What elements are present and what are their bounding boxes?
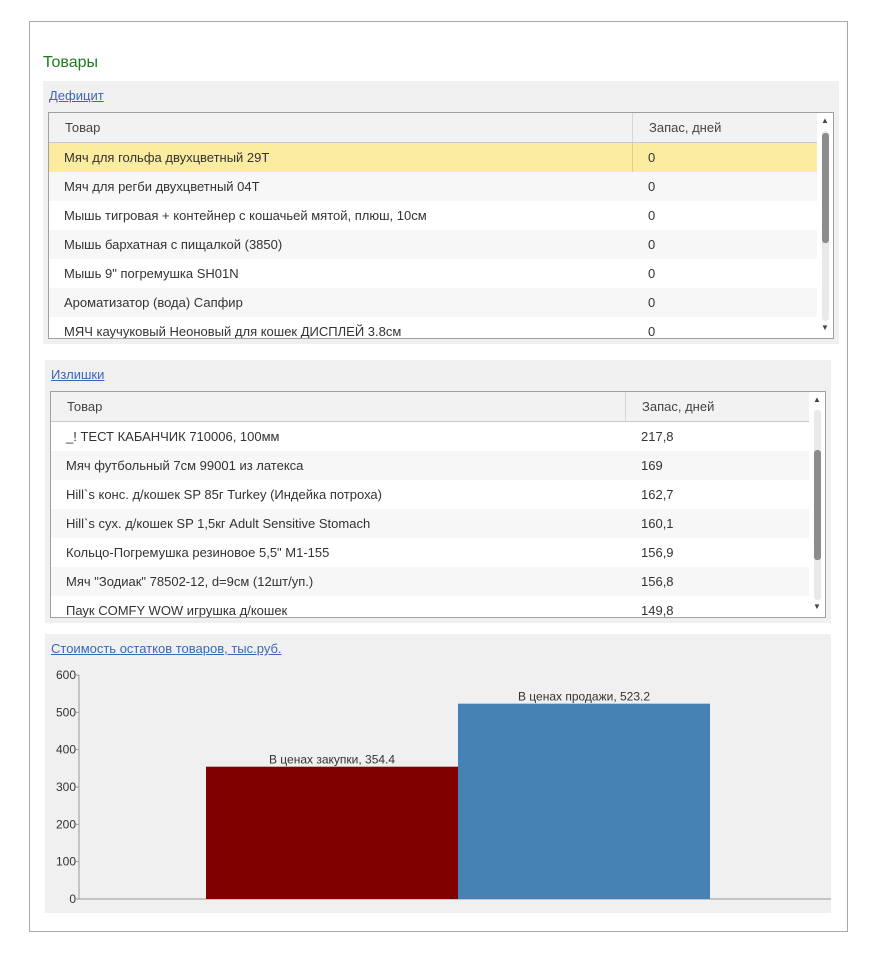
bar-data-label: В ценах продажи, 523.2	[518, 690, 650, 704]
table-row[interactable]: Мяч для регби двухцветный 04Т 0	[49, 172, 817, 201]
product-cell: Hill`s сух. д/кошек SP 1,5кг Adult Sensi…	[66, 516, 371, 531]
product-cell: Ароматизатор (вода) Сапфир	[64, 295, 243, 310]
product-cell: Мяч для регби двухцветный 04Т	[64, 179, 260, 194]
product-cell: Мяч футбольный 7см 99001 из латекса	[66, 458, 304, 473]
surplus-table-header: Товар Запас, дней	[51, 392, 809, 422]
stock-cell: 0	[648, 295, 656, 310]
stock-cell: 0	[648, 208, 656, 223]
y-tick-label: 200	[56, 817, 76, 831]
surplus-table-body: _! ТЕСТ КАБАНЧИК 710006, 100мм 217,8 Мяч …	[51, 422, 809, 618]
table-row[interactable]: Hill`s конс. д/кошек SP 85г Turkey (Инде…	[51, 480, 809, 509]
stock-cell: 156,8	[641, 574, 674, 589]
y-tick-label: 500	[56, 705, 76, 719]
stock-value-chart: 0 100 200 300 400 500 600 В ценах закупки, 354.…	[56, 668, 831, 906]
stock-cell: 217,8	[641, 429, 674, 444]
deficit-panel: Дефицит Товар Запас, дней Мяч для гольфа…	[43, 81, 839, 344]
table-row[interactable]: Мяч футбольный 7см 99001 из латекса 169	[51, 451, 809, 480]
deficit-table: Товар Запас, дней Мяч для гольфа двухцве…	[48, 112, 834, 339]
surplus-scrollbar[interactable]: ▲ ▼	[809, 392, 825, 617]
product-cell: МЯЧ каучуковый Неоновый для кошек ДИСПЛЕ…	[64, 324, 402, 339]
y-tick-label: 400	[56, 743, 76, 757]
y-tick-label: 0	[69, 892, 76, 906]
page-title: Товары	[43, 54, 99, 71]
product-cell: Мышь тигровая + контейнер с кошачьей мят…	[64, 208, 427, 223]
table-row[interactable]: Мышь тигровая + контейнер с кошачьей мят…	[49, 201, 817, 230]
stock-cell: 0	[648, 237, 656, 252]
product-cell: Мяч "Зодиак" 78502-12, d=9см (12шт/уп.)	[66, 574, 314, 589]
column-header-stock-days[interactable]: Запас, дней	[633, 113, 817, 142]
deficit-table-body: Мяч для гольфа двухцветный 29Т 0 Мяч для …	[49, 143, 817, 339]
column-header-product[interactable]: Товар	[51, 392, 626, 421]
product-cell: Мышь 9" погремушка SH01N	[64, 266, 239, 281]
product-cell: Hill`s конс. д/кошек SP 85г Turkey (Инде…	[66, 487, 382, 502]
scroll-up-icon[interactable]: ▲	[817, 114, 833, 128]
product-cell: _! ТЕСТ КАБАНЧИК 710006, 100мм	[66, 429, 280, 444]
surplus-link[interactable]: Излишки	[51, 367, 104, 382]
product-cell: Мяч для гольфа двухцветный 29Т	[49, 143, 633, 172]
y-tick-label: 100	[56, 855, 76, 869]
bar-data-label: В ценах закупки, 354.4	[269, 753, 395, 767]
table-row[interactable]: _! ТЕСТ КАБАНЧИК 710006, 100мм 217,8	[51, 422, 809, 451]
stock-cell: 169	[641, 458, 663, 473]
product-cell: Мышь бархатная с пищалкой (3850)	[64, 237, 283, 252]
y-tick-label: 300	[56, 780, 76, 794]
stock-value-chart-panel: Стоимость остатков товаров, тыс.руб. 0 10…	[45, 634, 831, 913]
table-row[interactable]: Hill`s сух. д/кошек SP 1,5кг Adult Sensi…	[51, 509, 809, 538]
table-row[interactable]: Ароматизатор (вода) Сапфир 0	[49, 288, 817, 317]
table-row[interactable]: Кольцо-Погремушка резиновое 5,5" М1-155 1…	[51, 538, 809, 567]
scroll-up-icon[interactable]: ▲	[809, 393, 825, 407]
stock-cell: 156,9	[641, 545, 674, 560]
scroll-thumb[interactable]	[814, 450, 821, 560]
surplus-table: Товар Запас, дней _! ТЕСТ КАБАНЧИК 71000…	[50, 391, 826, 618]
table-row[interactable]: Паук COMFY WOW игрушка д/кошек 149,8	[51, 596, 809, 618]
deficit-link[interactable]: Дефицит	[49, 88, 104, 103]
surplus-panel: Излишки Товар Запас, дней _! ТЕСТ КАБАНЧ…	[45, 360, 831, 623]
stock-cell: 0	[648, 324, 656, 339]
table-row[interactable]: МЯЧ каучуковый Неоновый для кошек ДИСПЛЕ…	[49, 317, 817, 339]
stock-cell: 0	[648, 179, 656, 194]
table-row[interactable]: Мяч "Зодиак" 78502-12, d=9см (12шт/уп.) 1…	[51, 567, 809, 596]
table-row[interactable]: Мышь бархатная с пищалкой (3850) 0	[49, 230, 817, 259]
table-row[interactable]: Мяч для гольфа двухцветный 29Т 0	[49, 143, 817, 172]
scroll-down-icon[interactable]: ▼	[809, 600, 825, 614]
bar-2	[458, 703, 710, 899]
deficit-table-header: Товар Запас, дней	[49, 113, 817, 143]
stock-cell: 0	[648, 150, 656, 165]
product-cell: Паук COMFY WOW игрушка д/кошек	[66, 603, 288, 618]
product-cell: Кольцо-Погремушка резиновое 5,5" М1-155	[66, 545, 330, 560]
deficit-scrollbar[interactable]: ▲ ▼	[817, 113, 833, 338]
stock-cell: 149,8	[641, 603, 674, 618]
column-header-product[interactable]: Товар	[49, 113, 633, 142]
column-header-stock-days[interactable]: Запас, дней	[626, 392, 809, 421]
bar-1	[206, 766, 458, 899]
stock-cell: 160,1	[641, 516, 674, 531]
stock-cell: 0	[648, 266, 656, 281]
scroll-down-icon[interactable]: ▼	[817, 321, 833, 335]
table-row[interactable]: Мышь 9" погремушка SH01N 0	[49, 259, 817, 288]
y-tick-label: 600	[56, 668, 76, 682]
scroll-thumb[interactable]	[822, 133, 829, 243]
stock-cell: 162,7	[641, 487, 674, 502]
